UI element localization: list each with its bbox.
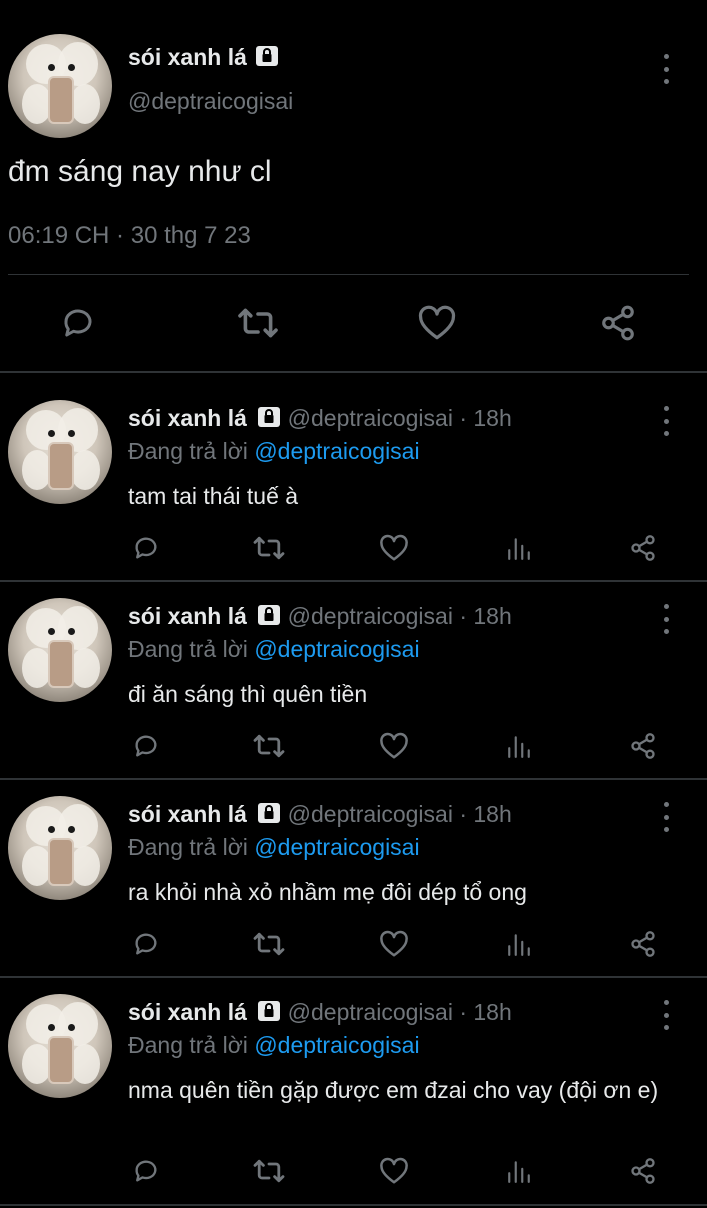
reply-tweet[interactable]: sói xanh lá @deptraicogisai · 18h Đang t…	[0, 994, 707, 1208]
reply-icon[interactable]	[130, 533, 162, 563]
divider	[0, 976, 707, 978]
replying-prefix: Đang trả lời	[128, 438, 248, 464]
divider	[0, 580, 707, 582]
reply-text: nma quên tiền gặp được em đzai cho vay (…	[128, 1077, 659, 1103]
replying-prefix: Đang trả lời	[128, 636, 248, 662]
share-icon[interactable]	[627, 929, 659, 959]
analytics-icon[interactable]	[505, 1156, 533, 1186]
retweet-icon[interactable]	[252, 929, 286, 959]
replying-prefix: Đang trả lời	[128, 834, 248, 860]
divider	[0, 371, 707, 373]
retweet-icon[interactable]	[235, 303, 281, 343]
reply-time: · 18h	[459, 801, 512, 827]
replying-prefix: Đang trả lời	[128, 1032, 248, 1058]
retweet-icon[interactable]	[252, 1156, 286, 1186]
lock-icon	[257, 802, 281, 830]
reply-icon[interactable]	[130, 929, 162, 959]
reply-icon[interactable]	[130, 731, 162, 761]
divider	[0, 1204, 707, 1206]
replying-to: Đang trả lời @deptraicogisai	[128, 1032, 420, 1059]
share-icon[interactable]	[627, 533, 659, 563]
display-name[interactable]: sói xanh lá	[128, 603, 247, 629]
lock-icon	[257, 1000, 281, 1028]
like-icon[interactable]	[378, 1156, 410, 1186]
share-icon[interactable]	[627, 731, 659, 761]
reply-text: đi ăn sáng thì quên tiền	[128, 681, 368, 707]
more-options-icon[interactable]	[661, 1000, 671, 1030]
main-tweet-header: sói xanh lá @deptraicogisai	[0, 30, 707, 150]
display-name[interactable]: sói xanh lá	[128, 999, 247, 1025]
share-icon[interactable]	[597, 303, 639, 343]
handle[interactable]: @deptraicogisai	[288, 603, 453, 629]
reply-icon[interactable]	[58, 303, 98, 343]
more-options-icon[interactable]	[661, 54, 671, 84]
divider	[8, 274, 689, 275]
analytics-icon[interactable]	[505, 731, 533, 761]
reply-tweet[interactable]: sói xanh lá @deptraicogisai · 18h Đang t…	[0, 400, 707, 580]
display-name[interactable]: sói xanh lá	[128, 44, 247, 70]
avatar[interactable]	[8, 400, 112, 504]
retweet-icon[interactable]	[252, 731, 286, 761]
display-name[interactable]: sói xanh lá	[128, 801, 247, 827]
more-options-icon[interactable]	[661, 406, 671, 436]
reply-meta: sói xanh lá @deptraicogisai · 18h	[128, 405, 512, 434]
tweet-timestamp[interactable]: 06:19 CH · 30 thg 7 23	[8, 222, 251, 250]
handle[interactable]: @deptraicogisai	[288, 999, 453, 1025]
handle[interactable]: @deptraicogisai	[288, 801, 453, 827]
reply-icon[interactable]	[130, 1156, 162, 1186]
reply-text: ra khỏi nhà xỏ nhầm mẹ đôi dép tổ ong	[128, 879, 527, 905]
like-icon[interactable]	[378, 929, 410, 959]
replying-to: Đang trả lời @deptraicogisai	[128, 834, 420, 861]
retweet-icon[interactable]	[252, 533, 286, 563]
avatar[interactable]	[8, 34, 112, 138]
lock-icon	[257, 406, 281, 434]
mention-link[interactable]: @deptraicogisai	[254, 834, 419, 860]
divider	[0, 778, 707, 780]
analytics-icon[interactable]	[505, 929, 533, 959]
reply-time: · 18h	[459, 999, 512, 1025]
reply-meta: sói xanh lá @deptraicogisai · 18h	[128, 999, 512, 1028]
tweet-text: đm sáng nay như cl	[8, 155, 272, 188]
like-icon[interactable]	[378, 533, 410, 563]
avatar[interactable]	[8, 994, 112, 1098]
reply-time: · 18h	[459, 405, 512, 431]
display-name-row: sói xanh lá	[128, 44, 279, 72]
handle[interactable]: @deptraicogisai	[128, 88, 293, 115]
lock-icon	[255, 45, 279, 72]
analytics-icon[interactable]	[505, 533, 533, 563]
reply-meta: sói xanh lá @deptraicogisai · 18h	[128, 603, 512, 632]
lock-icon	[257, 604, 281, 632]
replying-to: Đang trả lời @deptraicogisai	[128, 438, 420, 465]
reply-time: · 18h	[459, 603, 512, 629]
more-options-icon[interactable]	[661, 604, 671, 634]
mention-link[interactable]: @deptraicogisai	[254, 438, 419, 464]
replying-to: Đang trả lời @deptraicogisai	[128, 636, 420, 663]
avatar[interactable]	[8, 598, 112, 702]
more-options-icon[interactable]	[661, 802, 671, 832]
like-icon[interactable]	[416, 303, 458, 343]
avatar[interactable]	[8, 796, 112, 900]
reply-text: tam tai thái tuế à	[128, 483, 299, 509]
mention-link[interactable]: @deptraicogisai	[254, 1032, 419, 1058]
like-icon[interactable]	[378, 731, 410, 761]
reply-meta: sói xanh lá @deptraicogisai · 18h	[128, 801, 512, 830]
mention-link[interactable]: @deptraicogisai	[254, 636, 419, 662]
share-icon[interactable]	[627, 1156, 659, 1186]
reply-tweet[interactable]: sói xanh lá @deptraicogisai · 18h Đang t…	[0, 796, 707, 976]
reply-tweet[interactable]: sói xanh lá @deptraicogisai · 18h Đang t…	[0, 598, 707, 778]
display-name[interactable]: sói xanh lá	[128, 405, 247, 431]
handle[interactable]: @deptraicogisai	[288, 405, 453, 431]
